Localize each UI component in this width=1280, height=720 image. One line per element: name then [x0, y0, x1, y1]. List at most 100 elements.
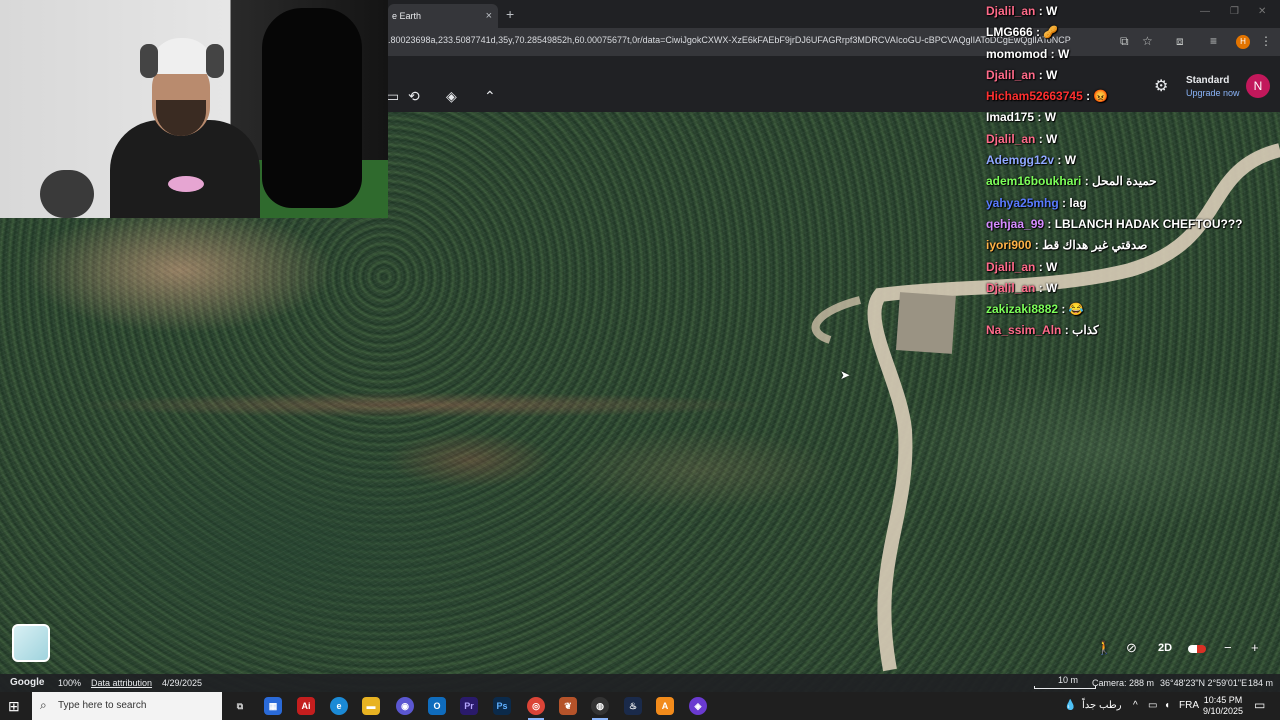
chat-username[interactable]: momomod	[986, 47, 1047, 61]
chat-text: W	[1046, 4, 1058, 18]
system-clock[interactable]: 10:45 PM 9/10/2025	[1200, 695, 1246, 717]
chat-message: Na_ssim_Aln : كذاب	[986, 323, 1276, 344]
chat-text: كذاب	[1072, 323, 1099, 338]
app-icon-a[interactable]: A	[656, 697, 674, 715]
elevation: 184 m	[1248, 678, 1274, 688]
camera-altitude: Camera: 288 m	[1092, 678, 1155, 688]
new-tab-button[interactable]: +	[506, 4, 514, 24]
chat-username[interactable]: Djalil_an	[986, 260, 1035, 274]
network-icon[interactable]: ▭	[1148, 700, 1157, 711]
chat-separator: :	[1082, 89, 1094, 104]
browser-tab[interactable]: e Earth ×	[388, 4, 498, 28]
chat-username[interactable]: Djalil_an	[986, 4, 1035, 18]
outlook-icon[interactable]: O	[428, 697, 446, 715]
headphone-right	[206, 44, 224, 78]
chat-username[interactable]: Djalil_an	[986, 68, 1035, 82]
discord-icon[interactable]: ◉	[396, 697, 414, 715]
history-icon[interactable]: ⟲	[408, 88, 420, 105]
zoom-in-button[interactable]: +	[1251, 640, 1259, 655]
notification-icon[interactable]: ▭	[1254, 698, 1265, 712]
chat-text: W	[1044, 110, 1057, 125]
search-icon: ⌕	[40, 698, 47, 712]
mouse-cursor-icon: ➤	[840, 368, 851, 382]
chat-separator: :	[1047, 46, 1059, 61]
weather-icon[interactable]: 💧	[1064, 700, 1076, 711]
chat-username[interactable]: adem16boukhari	[986, 174, 1081, 188]
chat-message: Djalil_an : W	[986, 132, 1276, 153]
chat-username[interactable]: Imad175	[986, 110, 1034, 124]
chat-message: Djalil_an : W	[986, 260, 1276, 281]
weather-text[interactable]: رطب جداً	[1082, 700, 1122, 711]
steam-icon[interactable]: ♨	[624, 697, 642, 715]
clock-time: 10:45 PM	[1203, 695, 1243, 705]
windows-taskbar: ⊞ ⌕ Type here to search ⧉ ▦ Ai e ▬ ◉ O P…	[0, 692, 1280, 720]
headphone-left	[140, 44, 158, 78]
chat-message: LMG666 : 🥜	[986, 25, 1276, 46]
chat-username[interactable]: Hicham52663745	[986, 89, 1083, 103]
chat-separator: :	[1061, 323, 1073, 338]
chat-username[interactable]: yahya25mhg	[986, 196, 1059, 210]
chat-username[interactable]: Na_ssim_Aln	[986, 323, 1061, 337]
chat-text: W	[1064, 153, 1077, 168]
volume-icon[interactable]: ◖	[1164, 700, 1170, 711]
file-explorer-icon[interactable]: ▬	[362, 697, 380, 715]
webcam-cap	[150, 38, 214, 74]
chat-username[interactable]: iyori900	[986, 238, 1031, 252]
chat-separator: :	[1035, 131, 1047, 146]
search-placeholder: Type here to search	[58, 700, 147, 711]
chat-separator: :	[1035, 259, 1047, 274]
task-view-icon[interactable]: ⧉	[231, 697, 249, 715]
tray-chevron-icon[interactable]: ^	[1133, 700, 1138, 711]
chat-username[interactable]: Djalil_an	[986, 132, 1035, 146]
chat-message: iyori900 : صدقتي غير هداك قط	[986, 238, 1276, 259]
tab-close-icon[interactable]: ×	[486, 4, 492, 28]
compass-icon[interactable]	[1188, 645, 1206, 653]
chat-text: صدقتي غير هداك قط	[1042, 238, 1148, 253]
chrome-icon[interactable]: ◎	[527, 697, 545, 715]
toggle-2d-button[interactable]: 2D	[1158, 642, 1172, 654]
chat-username[interactable]: Djalil_an	[986, 281, 1035, 295]
chat-username[interactable]: Ademgg12v	[986, 153, 1054, 167]
store-icon[interactable]: ▦	[264, 697, 282, 715]
chat-message: Ademgg12v : W	[986, 153, 1276, 174]
premiere-pro-icon[interactable]: Pr	[460, 697, 478, 715]
earth-status-bar: Google 100% Data attribution 4/29/2025 1…	[0, 674, 1280, 692]
chat-text: LBLANCH HADAK CHEFTOU???	[1054, 216, 1243, 231]
webcam-microphone	[40, 170, 94, 218]
chat-username[interactable]: LMG666	[986, 25, 1033, 39]
chat-message: Djalil_an : W	[986, 4, 1276, 25]
twitch-icon[interactable]: ◈	[689, 697, 707, 715]
app-icon-leaf[interactable]: ❦	[559, 697, 577, 715]
chat-text: W	[1046, 67, 1058, 82]
chat-message: adem16boukhari : حميدة المحل	[986, 174, 1276, 195]
chat-text: W	[1046, 131, 1058, 146]
chat-message: yahya25mhg : lag	[986, 196, 1276, 217]
screen: e Earth × + — ❐ ✕ .80023698a,233.5087741…	[0, 0, 1280, 720]
layers-icon[interactable]: ◈	[446, 88, 457, 105]
chat-text: 🥜	[1043, 25, 1059, 40]
chat-separator: :	[1058, 195, 1070, 210]
edge-icon[interactable]: e	[330, 697, 348, 715]
windows-start-icon[interactable]: ⊞	[8, 698, 20, 715]
scale-label: 10 m	[1058, 675, 1079, 685]
map-layers-thumbnail[interactable]	[12, 624, 50, 662]
chat-separator: :	[1032, 25, 1044, 40]
input-language[interactable]: FRA	[1179, 700, 1199, 711]
photoshop-icon[interactable]: Ps	[493, 697, 511, 715]
zoom-out-button[interactable]: −	[1224, 640, 1232, 655]
obs-icon[interactable]: ◍	[591, 697, 609, 715]
chat-username[interactable]: zakizaki8882	[986, 302, 1058, 316]
collapse-chevron-icon[interactable]: ⌃	[484, 88, 496, 105]
pegman-icon[interactable]: 🚶	[1096, 640, 1112, 656]
data-attribution-link[interactable]: Data attribution	[91, 678, 152, 688]
chat-username[interactable]: qehjaa_99	[986, 217, 1044, 231]
chat-message: momomod : W	[986, 47, 1276, 68]
chat-text: 😂	[1068, 302, 1084, 317]
chat-separator: :	[1035, 67, 1047, 82]
chat-separator: :	[1058, 302, 1069, 317]
tab-title: e Earth	[392, 11, 422, 21]
adobe-illustrator-icon[interactable]: Ai	[297, 697, 315, 715]
taskbar-search-box[interactable]: ⌕ Type here to search	[32, 692, 222, 720]
tilt-off-icon[interactable]: ⊘	[1126, 640, 1137, 656]
chat-text: W	[1046, 259, 1058, 274]
